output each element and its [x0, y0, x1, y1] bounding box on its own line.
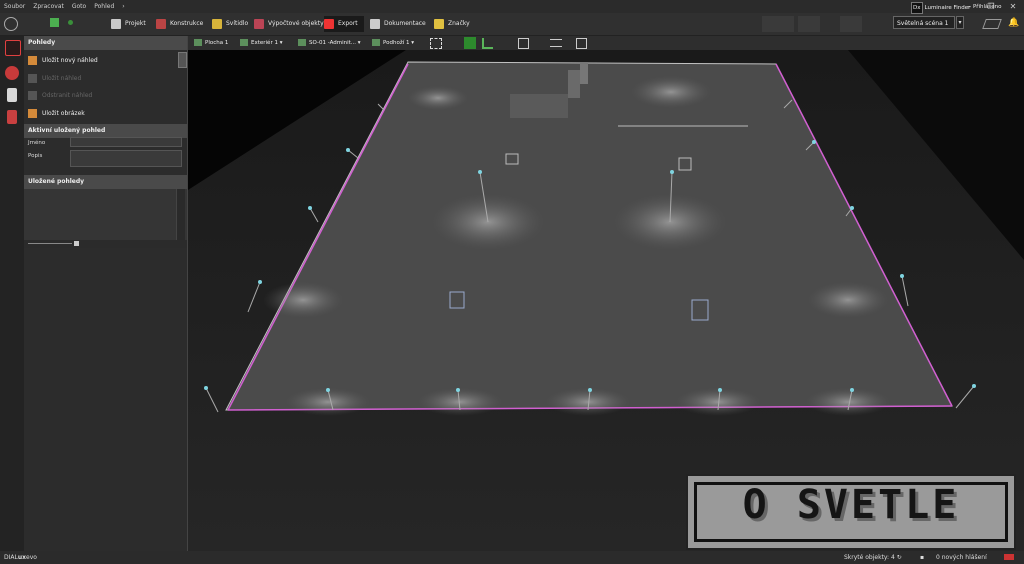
toolbar-project-button[interactable]: Projekt [111, 16, 146, 32]
exterior-icon [240, 39, 248, 46]
toolbar-luminaire-button[interactable]: Svítidlo [212, 16, 248, 32]
views-panel: Pohledy Uložit nový náhled Uložit náhled… [24, 36, 188, 551]
delete-view-button[interactable]: Odstranit náhled [28, 88, 92, 103]
export-icon [324, 18, 334, 29]
undo-icon[interactable] [68, 20, 73, 25]
light-pool [808, 282, 888, 318]
light-scene-select[interactable]: Světelná scéna 1 [893, 16, 955, 29]
main-toolbar: Projekt Konstrukce Svítidlo Výpočtové ob… [0, 2, 1024, 36]
bell-icon[interactable]: 🔔 [1008, 18, 1019, 28]
panel-scroll-arrow-icon[interactable] [178, 52, 187, 68]
tab-floor-1[interactable]: Podhoží 1 ▾ [372, 37, 414, 49]
views-tool-icon[interactable] [5, 40, 21, 56]
save-new-view-button[interactable]: Uložit nový náhled [28, 53, 98, 68]
camera-icon[interactable] [5, 66, 19, 80]
light-scene-dropdown-icon[interactable]: ▾ [956, 16, 964, 29]
toolbar-construction-button[interactable]: Konstrukce [156, 16, 203, 32]
logged-in-label[interactable]: Přihlášeno [973, 2, 1002, 12]
plan-icon[interactable] [482, 38, 493, 49]
delete-view-icon [28, 91, 37, 100]
light-pool [806, 388, 890, 416]
name-label: Jméno [28, 140, 46, 146]
toolbar-calc-objects-button[interactable]: Výpočtové objekty [254, 16, 324, 32]
view-mode-icon[interactable] [982, 19, 1002, 29]
save-icon[interactable] [50, 18, 59, 27]
luminaire-finder-badge: Dx [911, 2, 923, 14]
light-pool [546, 388, 630, 416]
green-view-icon[interactable] [464, 37, 476, 49]
toolbar-marks-button[interactable]: Značky [434, 16, 470, 32]
saved-views-section: Uložené pohledy [24, 175, 187, 189]
stepper[interactable] [798, 16, 820, 32]
watermark-text: O SVETLE [742, 482, 960, 528]
panel-title: Pohledy [24, 36, 187, 50]
watermark-logo: O SVETLE [686, 474, 1016, 550]
light-pool [418, 388, 502, 416]
active-view-section: Aktivní uložený pohled [24, 124, 187, 138]
flag-icon[interactable] [1004, 554, 1014, 560]
menu-items: Soubor Zpracovat Goto Pohled › [0, 0, 129, 13]
save-view-disabled-icon [28, 74, 37, 83]
toolbar-export-button[interactable]: Export [324, 16, 364, 32]
hidden-objects-status[interactable]: Skryté objekty: 4 ↻ [844, 551, 902, 564]
light-pool [676, 388, 760, 416]
measure-icon[interactable] [550, 39, 562, 47]
tab-so-01[interactable]: SO-01 -Adminit... ▾ [298, 37, 361, 49]
grid-icon[interactable] [576, 38, 587, 49]
save-image-button[interactable]: Uložit obrázek [28, 106, 85, 121]
building [510, 94, 568, 118]
light-pool [408, 86, 468, 110]
light-pool [631, 76, 711, 108]
luminaire-icon [212, 18, 222, 29]
view-tabs-bar: Plocha 1 Exteriér 1 ▾ SO-01 -Adminit... … [188, 36, 1024, 51]
save-view-button[interactable]: Uložit náhled [28, 71, 81, 86]
area-icon [194, 39, 202, 46]
left-icon-column [0, 36, 24, 551]
marks-icon [434, 18, 444, 29]
zoom-slider-row [24, 240, 187, 248]
save-view-icon [28, 56, 37, 65]
saved-views-list[interactable] [24, 189, 187, 240]
documentation-icon [370, 18, 380, 29]
tab-area-1[interactable]: Plocha 1 [194, 37, 228, 49]
luminaire-finder[interactable]: Dx Luminaire Finder [911, 2, 970, 14]
building [568, 70, 580, 98]
description-input[interactable] [70, 150, 182, 167]
description-label: Popis [28, 153, 43, 159]
toolbar-documentation-button[interactable]: Dokumentace [370, 16, 426, 32]
floor-icon [372, 39, 380, 46]
menu-view[interactable]: Pohled [90, 0, 118, 13]
tab-exterior-1[interactable]: Exteriér 1 ▾ [240, 37, 282, 49]
app-name: DIALuxevo [4, 554, 37, 561]
selection-icon[interactable] [430, 38, 442, 49]
menu-process[interactable]: Zpracovat [29, 0, 68, 13]
construction-icon [156, 18, 166, 29]
save-image-icon [28, 109, 37, 118]
light-pool [263, 282, 343, 318]
light-pool [286, 388, 370, 416]
close-button[interactable]: ✕ [1002, 0, 1024, 13]
calc-objects-icon [254, 18, 264, 29]
document-icon[interactable] [7, 88, 17, 102]
name-input[interactable] [70, 137, 182, 147]
status-bar: DIALuxevo Skryté objekty: 4 ↻ ▪ 0 nových… [0, 551, 1024, 564]
building [580, 62, 588, 84]
zoom-slider-track[interactable] [28, 243, 72, 244]
menu-more-icon[interactable]: › [118, 0, 128, 13]
zoom-slider-handle[interactable] [74, 241, 79, 246]
project-icon [111, 18, 121, 29]
back-icon[interactable] [4, 17, 18, 31]
menu-bar: Soubor Zpracovat Goto Pohled › – ❐ ✕ [0, 0, 1024, 13]
pdf-icon[interactable] [7, 110, 17, 124]
zoom-extents-icon[interactable] [518, 38, 529, 49]
lock-icon[interactable]: ▪ [920, 551, 924, 564]
building-icon [298, 39, 306, 46]
menu-goto[interactable]: Goto [68, 0, 90, 13]
stepper-2[interactable] [840, 16, 862, 32]
menu-file[interactable]: Soubor [0, 0, 29, 13]
saved-views-scrollbar[interactable] [176, 189, 185, 240]
disabled-field [762, 16, 794, 32]
messages-status[interactable]: 0 nových hlášení [936, 551, 987, 564]
